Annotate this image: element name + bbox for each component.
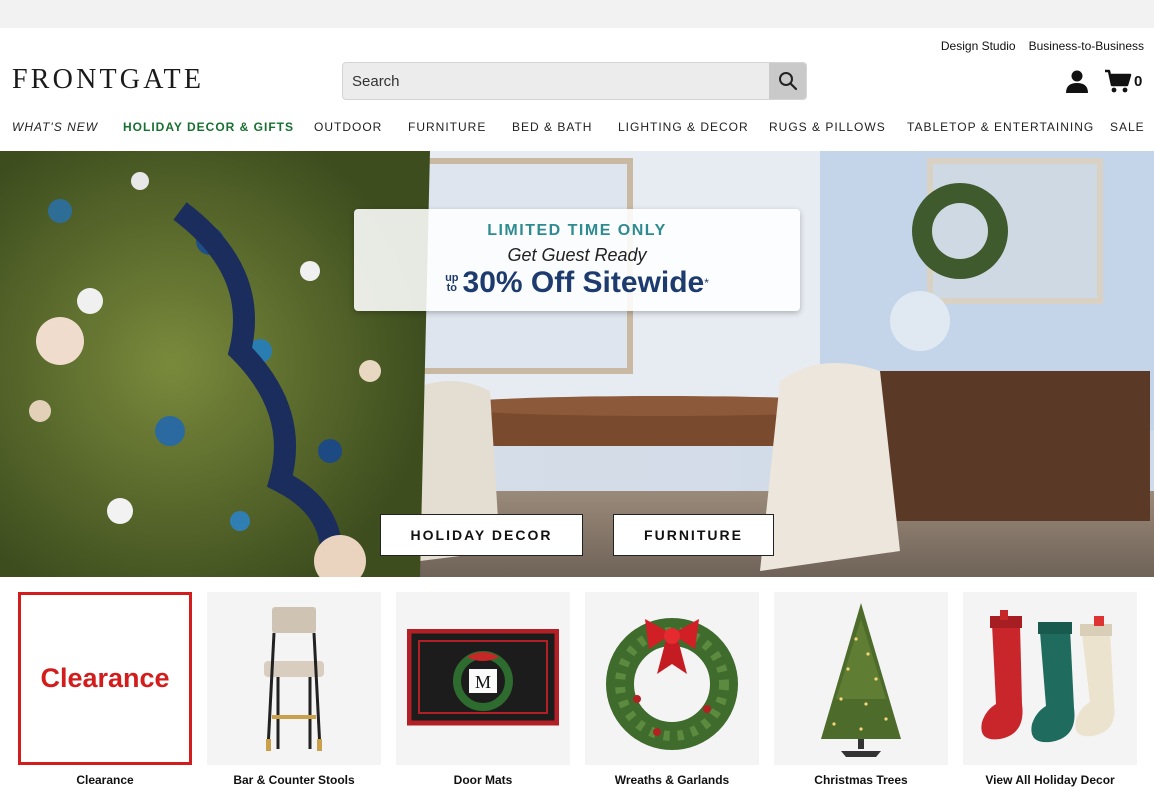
nav-lighting-decor[interactable]: LIGHTING & DECOR [618,120,749,134]
main-nav: WHAT'S NEW HOLIDAY DECOR & GIFTS OUTDOOR… [0,120,1154,140]
category-view-all-holiday-decor[interactable]: View All Holiday Decor [963,592,1137,787]
category-image[interactable] [963,592,1137,765]
top-bar [0,0,1154,28]
search-input[interactable] [343,63,769,99]
wreath-image [606,617,738,750]
business-to-business-link[interactable]: Business-to-Business [1029,39,1144,53]
door-mat-image: M [407,628,559,725]
cart-count: 0 [1134,72,1143,90]
category-image[interactable] [207,592,381,765]
promo-box[interactable]: LIMITED TIME ONLY Get Guest Ready up to 3… [354,209,800,311]
promo-offer-text: 30% Off Sitewide [462,266,705,299]
account-icon [1066,70,1088,93]
promo-upto: up to [445,272,459,294]
category-label[interactable]: Bar & Counter Stools [207,773,381,787]
category-label[interactable]: Wreaths & Garlands [585,773,759,787]
promo-subtitle: Get Guest Ready [507,245,647,265]
search-icon [778,72,797,91]
category-image[interactable]: M [396,592,570,765]
nav-whats-new[interactable]: WHAT'S NEW [12,120,98,134]
promo-kicker: LIMITED TIME ONLY [487,222,667,239]
promo-offer: up to 30% Off Sitewide * [354,266,800,300]
cart-icon [1105,69,1132,93]
christmas-tree-image [821,602,901,757]
search-button[interactable] [769,63,806,99]
category-christmas-trees[interactable]: Christmas Trees [774,592,948,787]
clearance-tile[interactable]: Clearance [18,592,192,765]
bar-stool-image [264,606,324,751]
nav-tabletop-entertaining[interactable]: TABLETOP & ENTERTAINING [907,120,1094,134]
nav-bed-bath[interactable]: BED & BATH [512,120,592,134]
stockings-image [981,609,1115,742]
brand-logo[interactable]: FRONTGATE [12,64,204,96]
category-label[interactable]: Clearance [18,773,192,787]
category-door-mats[interactable]: M Door Mats [396,592,570,787]
category-wreaths-garlands[interactable]: Wreaths & Garlands [585,592,759,787]
account-button[interactable] [1064,68,1090,94]
hero-banner[interactable]: LIMITED TIME ONLY Get Guest Ready up to 3… [0,151,1154,577]
nav-outdoor[interactable]: OUTDOOR [314,120,382,134]
design-studio-link[interactable]: Design Studio [941,39,1016,53]
promo-asterisk: * [704,276,709,290]
category-label[interactable]: Door Mats [396,773,570,787]
nav-sale[interactable]: SALE [1110,120,1145,134]
utility-links: Design Studio Business-to-Business [941,39,1144,53]
nav-holiday-decor-gifts[interactable]: HOLIDAY DECOR & GIFTS [123,120,294,134]
category-label[interactable]: View All Holiday Decor [963,773,1137,787]
holiday-decor-button[interactable]: HOLIDAY DECOR [380,514,583,556]
category-clearance[interactable]: Clearance Clearance [18,592,192,787]
search-bar [342,62,807,100]
furniture-button[interactable]: FURNITURE [613,514,774,556]
nav-rugs-pillows[interactable]: RUGS & PILLOWS [769,120,886,134]
category-image[interactable] [774,592,948,765]
category-bar-counter-stools[interactable]: Bar & Counter Stools [207,592,381,787]
clearance-tile-text: Clearance [40,663,170,693]
category-label[interactable]: Christmas Trees [774,773,948,787]
nav-furniture[interactable]: FURNITURE [408,120,486,134]
mat-monogram: M [475,672,491,692]
category-image[interactable] [585,592,759,765]
cart-button[interactable]: 0 [1104,68,1142,94]
